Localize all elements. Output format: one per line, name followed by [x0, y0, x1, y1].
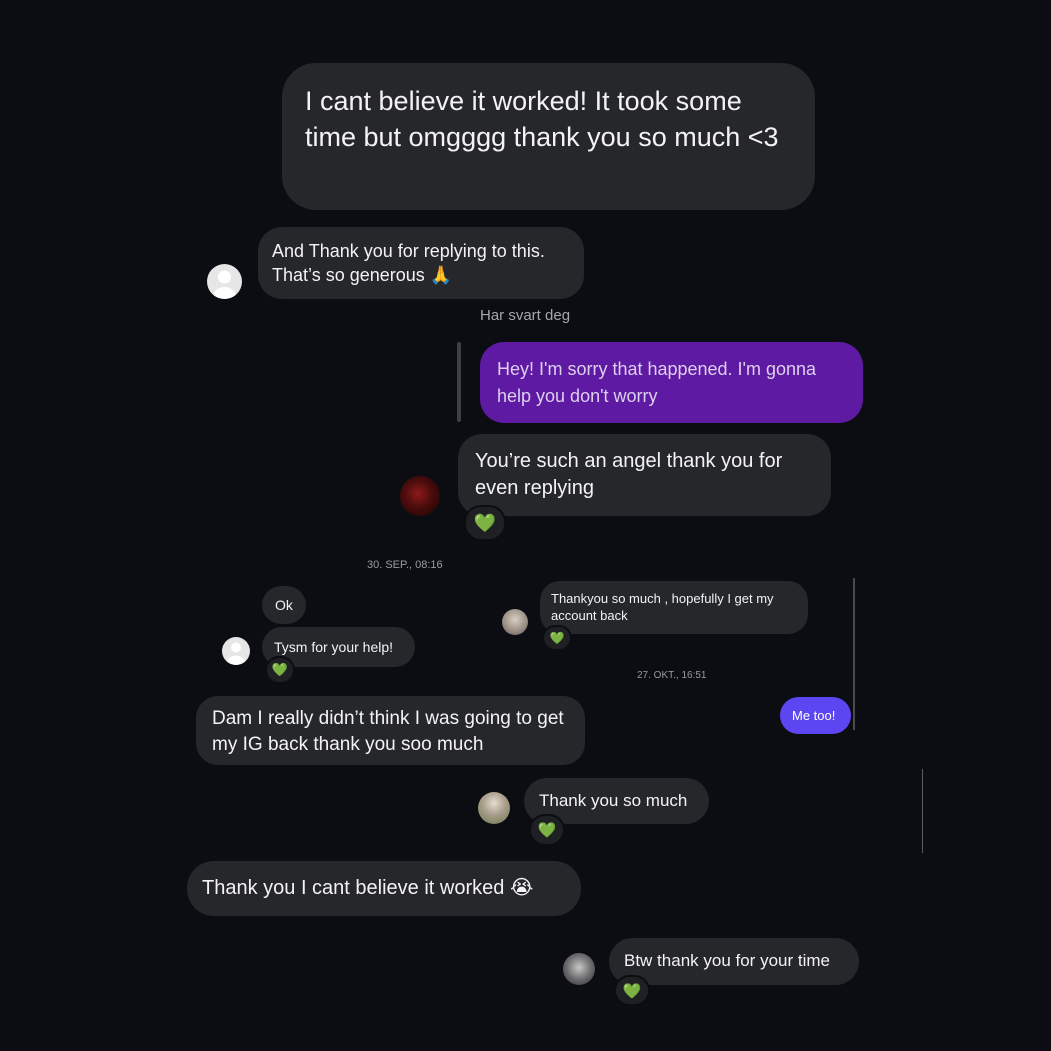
- message-bubble[interactable]: Ok: [262, 586, 306, 624]
- message-text: Btw thank you for your time: [624, 951, 830, 970]
- profile-avatar[interactable]: [400, 476, 440, 516]
- profile-avatar[interactable]: [478, 792, 510, 824]
- message-bubble[interactable]: And Thank you for replying to this. That…: [258, 227, 584, 299]
- scrollbar-divider: [853, 578, 855, 730]
- message-text: I cant believe it worked! It took some t…: [305, 86, 779, 152]
- message-text: Thankyou so much , hopefully I get my ac…: [551, 591, 774, 623]
- green-heart-icon[interactable]: 💚: [265, 656, 295, 684]
- profile-avatar[interactable]: [563, 953, 595, 985]
- message-bubble[interactable]: You’re such an angel thank you for even …: [458, 434, 831, 516]
- reply-label: Har svart deg: [480, 307, 571, 324]
- message-text: Thank you so much: [539, 791, 688, 810]
- green-heart-icon[interactable]: 💚: [464, 505, 506, 541]
- green-heart-icon[interactable]: 💚: [529, 814, 565, 846]
- green-heart-icon[interactable]: 💚: [614, 975, 650, 1006]
- default-avatar-icon[interactable]: [222, 637, 250, 665]
- scrollbar-divider: [922, 769, 923, 853]
- message-text: Hey! I'm sorry that happened. I'm gonna …: [497, 359, 817, 406]
- message-text: Ok: [275, 597, 293, 613]
- message-text: Dam I really didn’t think I was going to…: [212, 708, 564, 755]
- message-text: You’re such an angel thank you for even …: [475, 450, 783, 499]
- profile-avatar[interactable]: [502, 609, 528, 635]
- message-text: And Thank you for replying to this. That…: [272, 241, 545, 285]
- message-bubble[interactable]: Btw thank you for your time: [609, 938, 859, 985]
- message-text: Thank you I cant believe it worked 😭: [202, 877, 534, 899]
- message-text: Me too!: [792, 708, 836, 723]
- green-heart-icon[interactable]: 💚: [542, 625, 572, 651]
- default-avatar-icon[interactable]: [207, 264, 242, 299]
- reply-quote-line: [457, 342, 461, 422]
- message-text: Tysm for your help!: [274, 639, 394, 655]
- sent-message-bubble[interactable]: Me too!: [780, 697, 851, 734]
- timestamp: 27. OKT., 16:51: [637, 670, 707, 681]
- message-bubble[interactable]: Thank you I cant believe it worked 😭: [187, 861, 581, 916]
- message-bubble[interactable]: Thankyou so much , hopefully I get my ac…: [540, 581, 808, 634]
- timestamp: 30. SEP., 08:16: [367, 559, 443, 571]
- quoted-message-bubble[interactable]: Hey! I'm sorry that happened. I'm gonna …: [480, 342, 863, 423]
- message-bubble[interactable]: I cant believe it worked! It took some t…: [282, 63, 815, 210]
- message-bubble[interactable]: Dam I really didn’t think I was going to…: [196, 696, 585, 765]
